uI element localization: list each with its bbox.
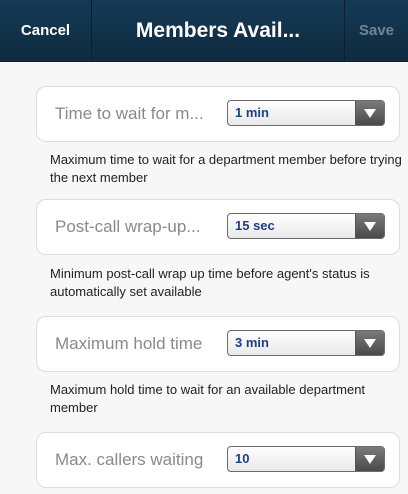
save-button[interactable]: Save: [344, 0, 408, 61]
nav-bar: Cancel Members Avail... Save: [0, 0, 408, 62]
hold-time-selected-value: 3 min: [235, 335, 269, 350]
chevron-down-icon: [355, 331, 384, 355]
max-callers-dropdown[interactable]: 10: [227, 446, 385, 472]
setting-label-max-callers: Max. callers waiting: [55, 450, 204, 469]
setting-description-wrap-up: Minimum post-call wrap up time before ag…: [50, 266, 370, 299]
setting-label-wait-time: Time to wait for m...: [55, 104, 204, 123]
setting-description-hold-time: Maximum hold time to wait for an availab…: [50, 382, 366, 415]
chevron-down-icon: [355, 447, 384, 471]
setting-description-wait-time: Maximum time to wait for a department me…: [50, 152, 402, 185]
chevron-down-icon: [355, 101, 384, 125]
max-callers-selected-value: 10: [235, 451, 250, 466]
setting-row-wait-time: Time to wait for m... 1 min: [36, 86, 400, 142]
setting-label-hold-time: Maximum hold time: [55, 334, 203, 353]
wrap-up-selected-value: 15 sec: [235, 218, 275, 233]
hold-time-dropdown[interactable]: 3 min: [227, 330, 385, 356]
wait-time-dropdown[interactable]: 1 min: [227, 100, 385, 126]
wrap-up-dropdown[interactable]: 15 sec: [227, 213, 385, 239]
setting-row-hold-time: Maximum hold time 3 min: [36, 316, 400, 372]
page-title: Members Avail...: [135, 18, 301, 42]
cancel-button[interactable]: Cancel: [0, 0, 92, 61]
setting-row-wrap-up: Post-call wrap-up... 15 sec: [36, 199, 400, 255]
chevron-down-icon: [355, 214, 384, 238]
setting-row-max-callers: Max. callers waiting 10: [36, 432, 400, 488]
setting-label-wrap-up: Post-call wrap-up...: [55, 217, 201, 236]
wait-time-selected-value: 1 min: [235, 105, 269, 120]
